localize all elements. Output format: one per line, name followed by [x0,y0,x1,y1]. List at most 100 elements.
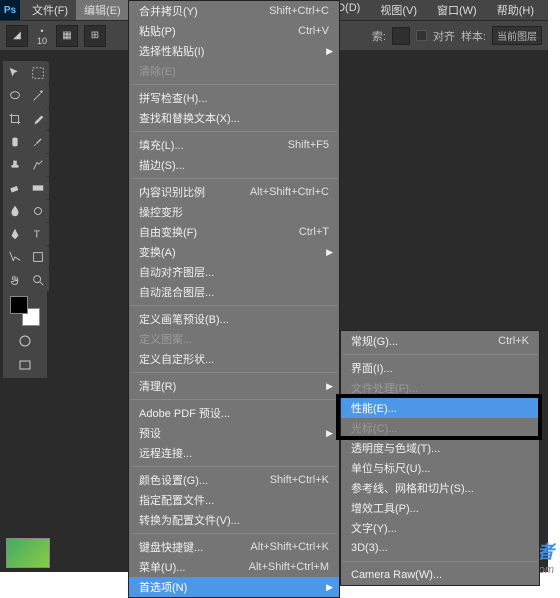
menu-label: 拼写检查(H)... [139,90,329,106]
menu-window[interactable]: 窗口(W) [429,0,485,20]
menu-label: Adobe PDF 预设... [139,405,329,421]
tool-history[interactable] [27,154,49,176]
edit-menu-item-5[interactable]: 拼写检查(H)... [129,88,339,108]
edit-menu-item-8[interactable]: 填充(L)...Shift+F5 [129,135,339,155]
menu-label: 自动对齐图层... [139,264,329,280]
edit-menu-item-15[interactable]: 自动对齐图层... [129,262,339,282]
edit-menu-dropdown: 合并拷贝(Y)Shift+Ctrl+C粘贴(P)Ctrl+V选择性粘贴(I)▶ 清… [128,0,340,598]
submenu-arrow-icon: ▶ [326,46,333,57]
color-swatch[interactable] [10,296,40,326]
prefs-menu-item-3[interactable]: 文件处理(F)... [341,378,539,398]
tool-heal[interactable] [4,131,26,153]
edit-menu-item-26[interactable]: 远程连接... [129,443,339,463]
edit-menu-item-20[interactable]: 定义自定形状... [129,349,339,369]
menu-label: 自动混合图层... [139,284,329,300]
brush-panel-icon[interactable]: ▦ [56,25,78,47]
screenmode-icon[interactable] [14,354,36,376]
prefs-menu-item-0[interactable]: 常规(G)...Ctrl+K [341,331,539,351]
menu-help[interactable]: 帮助(H) [489,0,542,20]
edit-menu-item-1[interactable]: 粘贴(P)Ctrl+V [129,21,339,41]
menu-label: 性能(E)... [351,400,529,416]
edit-menu-item-13[interactable]: 自由变换(F)Ctrl+T [129,222,339,242]
tool-hand[interactable] [4,269,26,291]
tool-wand[interactable] [27,85,49,107]
tool-eyedropper[interactable] [27,108,49,130]
align-label: 对齐 [433,28,455,44]
tool-blur[interactable] [4,200,26,222]
menu-label: 3D(3)... [351,542,529,554]
menu-label: 指定配置文件... [139,492,329,508]
tool-pen[interactable] [4,223,26,245]
edit-menu-item-32[interactable]: 键盘快捷键...Alt+Shift+Ctrl+K [129,537,339,557]
tool-zoom[interactable] [27,269,49,291]
edit-menu-item-3[interactable]: 清除(E) [129,61,339,81]
search-picker[interactable] [392,27,410,45]
menu-label: 常规(G)... [351,333,488,349]
edit-menu-item-29[interactable]: 指定配置文件... [129,490,339,510]
tool-dodge[interactable] [27,200,49,222]
menu-edit[interactable]: 编辑(E) [76,0,129,20]
tool-gradient[interactable] [27,177,49,199]
edit-menu-item-9[interactable]: 描边(S)... [129,155,339,175]
prefs-menu-item-6[interactable]: 透明度与色域(T)... [341,438,539,458]
edit-menu-item-30[interactable]: 转换为配置文件(V)... [129,510,339,530]
menu-label: 清除(E) [139,63,329,79]
menu-label: 文字(Y)... [351,520,529,536]
tool-stamp[interactable] [4,154,26,176]
tool-shape[interactable] [27,246,49,268]
align-checkbox[interactable] [416,30,427,41]
menu-label: 定义画笔预设(B)... [139,311,329,327]
edit-menu-item-12[interactable]: 操控变形 [129,202,339,222]
edit-menu-item-14[interactable]: 变换(A)▶ [129,242,339,262]
tool-move[interactable] [4,62,26,84]
document-thumb[interactable] [6,538,50,568]
edit-menu-item-24[interactable]: Adobe PDF 预设... [129,403,339,423]
edit-menu-item-16[interactable]: 自动混合图层... [129,282,339,302]
tools-panel: T [2,60,48,379]
tool-preset-icon[interactable]: ◢ [6,25,28,47]
menu-view[interactable]: 视图(V) [372,0,425,20]
prefs-menu-item-4[interactable]: 性能(E)... [341,398,539,418]
menu-label: 预设 [139,425,329,441]
edit-menu-item-33[interactable]: 菜单(U)...Alt+Shift+Ctrl+M [129,557,339,577]
tool-path[interactable] [4,246,26,268]
prefs-menu-item-5[interactable]: 光标(C)... [341,418,539,438]
edit-menu-item-0[interactable]: 合并拷贝(Y)Shift+Ctrl+C [129,1,339,21]
edit-menu-item-11[interactable]: 内容识别比例Alt+Shift+Ctrl+C [129,182,339,202]
prefs-menu-item-9[interactable]: 增效工具(P)... [341,498,539,518]
prefs-menu-item-11[interactable]: 3D(3)... [341,538,539,558]
edit-menu-item-25[interactable]: 预设▶ [129,423,339,443]
edit-menu-item-22[interactable]: 清理(R)▶ [129,376,339,396]
prefs-menu-item-13[interactable]: Camera Raw(W)... [341,565,539,585]
prefs-menu-item-7[interactable]: 单位与标尺(U)... [341,458,539,478]
fg-color[interactable] [10,296,28,314]
edit-menu-item-6[interactable]: 查找和替换文本(X)... [129,108,339,128]
edit-menu-item-2[interactable]: 选择性粘贴(I)▶ [129,41,339,61]
tool-marquee[interactable] [27,62,49,84]
tool-lasso[interactable] [4,85,26,107]
menu-label: Camera Raw(W)... [351,569,529,581]
edit-menu-item-34[interactable]: 首选项(N)▶ [129,577,339,597]
edit-menu-item-18[interactable]: 定义画笔预设(B)... [129,309,339,329]
tool-type[interactable]: T [27,223,49,245]
tool-crop[interactable] [4,108,26,130]
menu-shortcut: Alt+Shift+Ctrl+M [249,561,329,573]
brush-size[interactable]: • 10 [34,26,50,46]
tool-eraser[interactable] [4,177,26,199]
tool-brush[interactable] [27,131,49,153]
app-window: Ps 文件(F) 编辑(E) 3D(D) 视图(V) 窗口(W) 帮助(H) ◢… [0,0,548,572]
menu-shortcut: Shift+F5 [288,139,329,151]
prefs-menu-item-2[interactable]: 界面(I)... [341,358,539,378]
quickmask-icon[interactable] [14,330,36,352]
prefs-menu-item-8[interactable]: 参考线、网格和切片(S)... [341,478,539,498]
menu-shortcut: Alt+Shift+Ctrl+K [250,541,329,553]
edit-menu-item-19[interactable]: 定义图案... [129,329,339,349]
menu-label: 描边(S)... [139,157,329,173]
menu-file[interactable]: 文件(F) [24,0,76,20]
opt-icon-2[interactable]: ⊞ [84,25,106,47]
menu-label: 单位与标尺(U)... [351,460,529,476]
edit-menu-item-28[interactable]: 颜色设置(G)...Shift+Ctrl+K [129,470,339,490]
menu-shortcut: Shift+Ctrl+K [270,474,329,486]
prefs-menu-item-10[interactable]: 文字(Y)... [341,518,539,538]
sample-select[interactable]: 当前图层 [492,26,542,45]
